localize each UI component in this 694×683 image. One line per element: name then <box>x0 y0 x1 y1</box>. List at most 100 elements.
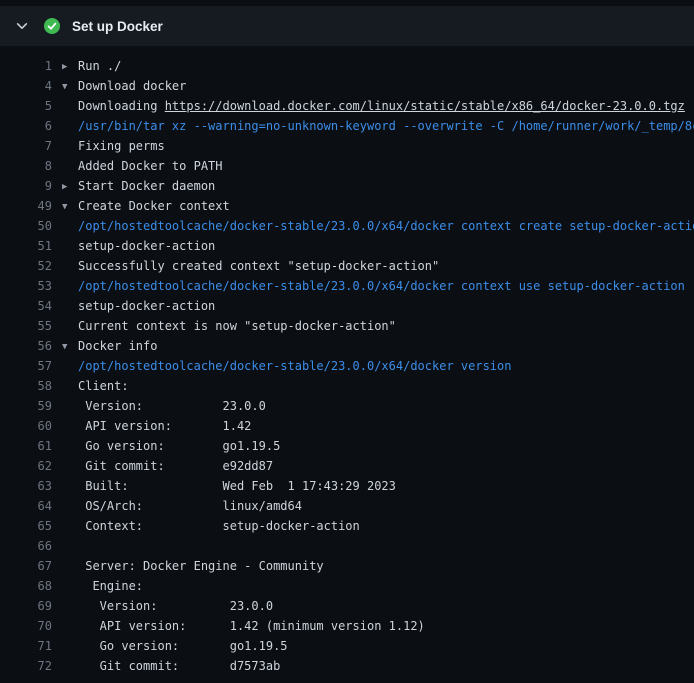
log-text: Fixing perms <box>62 136 165 156</box>
log-text: Version: 23.0.0 <box>62 596 273 616</box>
group-label[interactable]: Run ./ <box>78 59 121 73</box>
log-line: 64 OS/Arch: linux/amd64 <box>0 496 694 516</box>
line-number[interactable]: 68 <box>0 576 52 596</box>
line-number[interactable]: 7 <box>0 136 52 156</box>
log-group-row: 9 ▶Start Docker daemon <box>0 176 694 196</box>
log-text: Current context is now "setup-docker-act… <box>62 316 396 336</box>
line-number[interactable]: 60 <box>0 416 52 436</box>
line-number[interactable]: 56 <box>0 336 52 356</box>
line-number[interactable]: 65 <box>0 516 52 536</box>
log-line: 62 Git commit: e92dd87 <box>0 456 694 476</box>
line-number[interactable]: 62 <box>0 456 52 476</box>
line-number[interactable]: 8 <box>0 156 52 176</box>
log-group-row: 4 ▼Download docker <box>0 76 694 96</box>
log-group[interactable]: ▼Docker info <box>62 336 157 356</box>
log-line: 60 API version: 1.42 <box>0 416 694 436</box>
line-number[interactable]: 49 <box>0 196 52 216</box>
log-line: 8 Added Docker to PATH <box>0 156 694 176</box>
log-text: setup-docker-action <box>62 236 215 256</box>
group-expanded-icon[interactable]: ▼ <box>62 197 78 216</box>
log-line: 58 Client: <box>0 376 694 396</box>
log-line: 63 Built: Wed Feb 1 17:43:29 2023 <box>0 476 694 496</box>
log-line: 57/opt/hostedtoolcache/docker-stable/23.… <box>0 356 694 376</box>
line-number[interactable]: 51 <box>0 236 52 256</box>
group-label[interactable]: Create Docker context <box>78 199 230 213</box>
line-number[interactable]: 54 <box>0 296 52 316</box>
log-line: 68 Engine: <box>0 576 694 596</box>
log-text <box>62 536 78 556</box>
line-number[interactable]: 64 <box>0 496 52 516</box>
group-collapsed-icon[interactable]: ▶ <box>62 57 78 76</box>
line-number[interactable]: 53 <box>0 276 52 296</box>
log-text: Downloading <box>78 99 165 113</box>
chevron-down-icon[interactable] <box>14 18 30 34</box>
log-line: 55 Current context is now "setup-docker-a… <box>0 316 694 336</box>
line-number[interactable]: 66 <box>0 536 52 556</box>
log-line: 51 setup-docker-action <box>0 236 694 256</box>
log-group-row: 49 ▼Create Docker context <box>0 196 694 216</box>
log-line: 7 Fixing perms <box>0 136 694 156</box>
log-text: Server: Docker Engine - Community <box>62 556 324 576</box>
log-group[interactable]: ▼Download docker <box>62 76 186 96</box>
line-number[interactable]: 50 <box>0 216 52 236</box>
line-number[interactable]: 59 <box>0 396 52 416</box>
log-line: 6/usr/bin/tar xz --warning=no-unknown-ke… <box>0 116 694 136</box>
line-number[interactable]: 6 <box>0 116 52 136</box>
log-command-text: /opt/hostedtoolcache/docker-stable/23.0.… <box>62 356 511 376</box>
log-line: 67 Server: Docker Engine - Community <box>0 556 694 576</box>
log-text: OS/Arch: linux/amd64 <box>62 496 302 516</box>
line-number[interactable]: 58 <box>0 376 52 396</box>
log-text: Context: setup-docker-action <box>62 516 360 536</box>
log-line: 71 Go version: go1.19.5 <box>0 636 694 656</box>
log-text: Client: <box>62 376 129 396</box>
log-text: Go version: go1.19.5 <box>62 636 288 656</box>
log-text: Git commit: d7573ab <box>62 656 280 676</box>
log-line: 52 Successfully created context "setup-do… <box>0 256 694 276</box>
line-number[interactable]: 52 <box>0 256 52 276</box>
log-line: 53/opt/hostedtoolcache/docker-stable/23.… <box>0 276 694 296</box>
log-group-row: 1 ▶Run ./ <box>0 56 694 76</box>
group-expanded-icon[interactable]: ▼ <box>62 337 78 356</box>
line-number[interactable]: 70 <box>0 616 52 636</box>
group-label[interactable]: Start Docker daemon <box>78 179 215 193</box>
log-group[interactable]: ▶Run ./ <box>62 56 121 76</box>
log-command-text: /opt/hostedtoolcache/docker-stable/23.0.… <box>62 276 685 296</box>
line-number[interactable]: 9 <box>0 176 52 196</box>
log-url-link[interactable]: https://download.docker.com/linux/static… <box>165 99 685 113</box>
group-label[interactable]: Download docker <box>78 79 186 93</box>
log-text: API version: 1.42 (minimum version 1.12) <box>62 616 425 636</box>
line-number[interactable]: 61 <box>0 436 52 456</box>
line-number[interactable]: 72 <box>0 656 52 676</box>
log-line: 54setup-docker-action <box>0 296 694 316</box>
log-line: 70 API version: 1.42 (minimum version 1.… <box>0 616 694 636</box>
line-number[interactable]: 5 <box>0 96 52 116</box>
log-text: Built: Wed Feb 1 17:43:29 2023 <box>62 476 396 496</box>
log-line: 65 Context: setup-docker-action <box>0 516 694 536</box>
log-text: Go version: go1.19.5 <box>62 436 280 456</box>
line-number[interactable]: 67 <box>0 556 52 576</box>
log-line: 59 Version: 23.0.0 <box>0 396 694 416</box>
step-title: Set up Docker <box>72 19 163 34</box>
log-group[interactable]: ▶Start Docker daemon <box>62 176 215 196</box>
line-number[interactable]: 69 <box>0 596 52 616</box>
log-command-text: /usr/bin/tar xz --warning=no-unknown-key… <box>62 116 694 136</box>
log-line: 69 Version: 23.0.0 <box>0 596 694 616</box>
group-collapsed-icon[interactable]: ▶ <box>62 177 78 196</box>
log-group[interactable]: ▼Create Docker context <box>62 196 230 216</box>
log-text: Successfully created context "setup-dock… <box>62 256 439 276</box>
step-header[interactable]: Set up Docker <box>0 6 694 46</box>
line-number[interactable]: 57 <box>0 356 52 376</box>
log-line: 61 Go version: go1.19.5 <box>0 436 694 456</box>
log-viewer: 1▶Run ./4▼Download docker5Downloading ht… <box>0 46 694 676</box>
group-expanded-icon[interactable]: ▼ <box>62 77 78 96</box>
line-number[interactable]: 4 <box>0 76 52 96</box>
log-line: 5 Downloading https://download.docker.com… <box>0 96 694 116</box>
group-label[interactable]: Docker info <box>78 339 157 353</box>
log-text: Added Docker to PATH <box>62 156 223 176</box>
line-number[interactable]: 1 <box>0 56 52 76</box>
line-number[interactable]: 63 <box>0 476 52 496</box>
line-number[interactable]: 71 <box>0 636 52 656</box>
line-number[interactable]: 55 <box>0 316 52 336</box>
log-group-row: 56 ▼Docker info <box>0 336 694 356</box>
check-circle-icon <box>44 18 60 34</box>
